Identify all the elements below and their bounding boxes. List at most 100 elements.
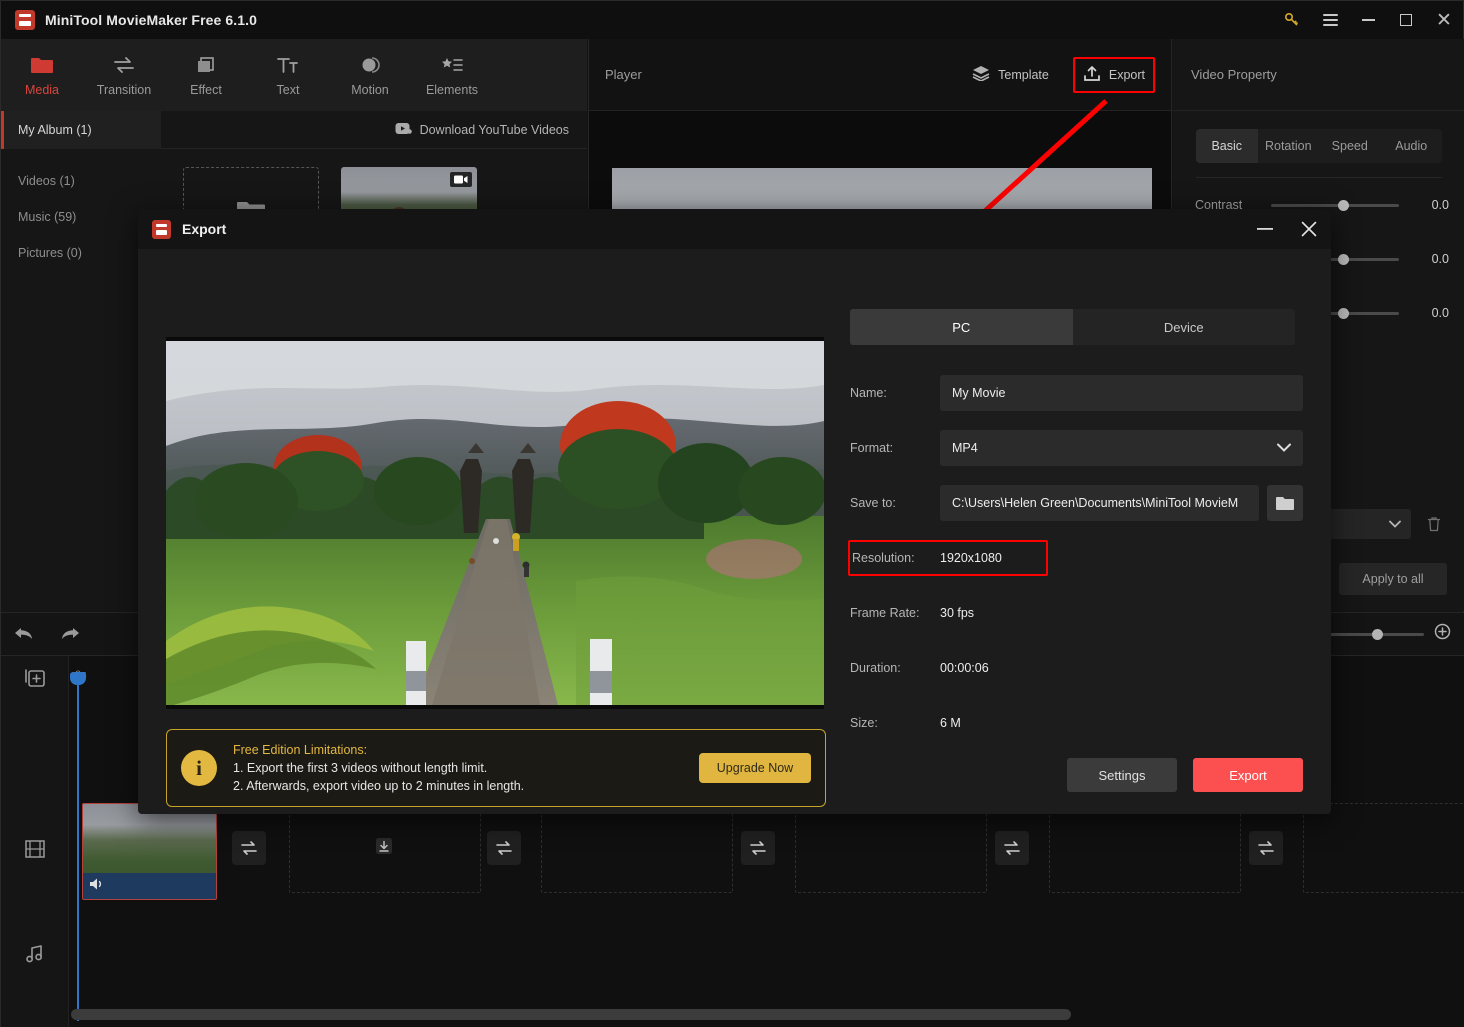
minimize-icon[interactable] <box>1349 1 1387 39</box>
export-confirm-button[interactable]: Export <box>1193 758 1303 792</box>
tab-rotation[interactable]: Rotation <box>1258 129 1320 163</box>
zoom-plus-icon[interactable] <box>1434 623 1451 645</box>
empty-clip-slot-4[interactable] <box>1049 803 1241 893</box>
frame-rate-value: 30 fps <box>940 606 974 620</box>
sidebar-item-videos[interactable]: Videos (1) <box>1 163 161 199</box>
close-icon[interactable]: ✕ <box>1425 1 1463 39</box>
transition-slot-3[interactable] <box>741 831 775 865</box>
sidebar-item-label: Pictures (0) <box>18 246 82 260</box>
window-controls: ✕ <box>1273 1 1463 39</box>
tab-device[interactable]: Device <box>1073 309 1296 345</box>
add-media-icon[interactable] <box>1 658 69 698</box>
slider-handle[interactable] <box>1338 254 1349 265</box>
app-logo-icon <box>15 10 35 30</box>
clip-audio-strip <box>83 873 216 899</box>
maximize-icon[interactable] <box>1387 1 1425 39</box>
layers-icon <box>972 65 990 84</box>
tab-basic[interactable]: Basic <box>1196 129 1258 163</box>
free-edition-notice: i Free Edition Limitations: 1. Export th… <box>166 729 826 807</box>
effect-squares-icon <box>194 54 218 76</box>
export-button[interactable]: Export <box>1073 57 1155 93</box>
empty-clip-slot-2[interactable] <box>541 803 733 893</box>
export-form: PC Device Name: My Movie Format: MP4 <box>850 309 1303 760</box>
redo-arrow-icon[interactable] <box>47 612 93 656</box>
contrast-slider[interactable] <box>1271 204 1399 207</box>
tab-speed[interactable]: Speed <box>1319 129 1381 163</box>
ribbon-item-elements[interactable]: Elements <box>411 39 493 111</box>
ribbon-label: Text <box>277 83 300 97</box>
transition-slot-2[interactable] <box>487 831 521 865</box>
download-box-icon[interactable] <box>369 831 399 861</box>
ribbon-item-motion[interactable]: Motion <box>329 39 411 111</box>
export-upload-icon <box>1083 65 1101 85</box>
save-path-field[interactable]: C:\Users\Helen Green\Documents\MiniTool … <box>940 485 1259 521</box>
close-icon[interactable] <box>1287 209 1331 249</box>
property-tabs: Basic Rotation Speed Audio <box>1196 129 1442 163</box>
video-track-icon[interactable] <box>1 829 69 869</box>
ribbon-item-media[interactable]: Media <box>1 39 83 111</box>
resolution-row: Resolution: 1920x1080 <box>848 540 1048 576</box>
save-to-label: Save to: <box>850 496 940 510</box>
sidebar-item-my-album[interactable]: My Album (1) <box>1 111 161 149</box>
chevron-down-icon <box>1277 441 1291 455</box>
download-youtube-videos-button[interactable]: Download YouTube Videos <box>395 122 569 138</box>
name-field[interactable]: My Movie <box>940 375 1303 411</box>
youtube-icon <box>395 122 412 138</box>
apply-to-all-button[interactable]: Apply to all <box>1339 563 1447 595</box>
empty-clip-slot-5[interactable] <box>1303 803 1464 893</box>
menu-icon[interactable] <box>1311 1 1349 39</box>
trash-icon[interactable] <box>1421 511 1447 537</box>
transition-arrows-icon <box>112 54 136 76</box>
sidebar-item-music[interactable]: Music (59) <box>1 199 161 235</box>
folder-browse-icon[interactable] <box>1267 485 1303 521</box>
format-select[interactable]: MP4 <box>940 430 1303 466</box>
export-dialog: Export <box>138 209 1331 814</box>
settings-button[interactable]: Settings <box>1067 758 1177 792</box>
name-row: Name: My Movie <box>850 375 1303 411</box>
notice-line-2: 2. Afterwards, export video up to 2 minu… <box>233 779 524 793</box>
album-tab-label: My Album (1) <box>18 123 92 137</box>
ribbon-label: Motion <box>351 83 389 97</box>
timeline-track-rail <box>1 656 69 1027</box>
minimize-icon[interactable] <box>1243 209 1287 249</box>
upgrade-now-button[interactable]: Upgrade Now <box>699 753 811 783</box>
tab-audio[interactable]: Audio <box>1381 129 1443 163</box>
empty-clip-slot-3[interactable] <box>795 803 987 893</box>
youtube-link-label: Download YouTube Videos <box>420 123 569 137</box>
timeline-horizontal-scrollbar[interactable] <box>71 1009 1071 1020</box>
ribbon-item-transition[interactable]: Transition <box>83 39 165 111</box>
template-label: Template <box>998 68 1049 82</box>
slider-handle[interactable] <box>1338 308 1349 319</box>
frame-rate-row: Frame Rate: 30 fps <box>850 595 1303 631</box>
video-camera-icon <box>450 172 472 187</box>
slider-handle[interactable] <box>1338 200 1349 211</box>
title-bar: MiniTool MovieMaker Free 6.1.0 ✕ <box>1 1 1463 39</box>
name-label: Name: <box>850 386 940 400</box>
speaker-icon[interactable] <box>89 877 105 896</box>
export-target-tabs: PC Device <box>850 309 1295 345</box>
notice-line-1: 1. Export the first 3 videos without len… <box>233 761 524 775</box>
transition-slot-1[interactable] <box>232 831 266 865</box>
transition-slot-4[interactable] <box>995 831 1029 865</box>
preview-image <box>166 341 824 705</box>
size-row: Size: 6 M <box>850 705 1303 741</box>
player-header: Player Template Export <box>589 39 1171 111</box>
ribbon-item-text[interactable]: Text <box>247 39 329 111</box>
zoom-slider-handle[interactable] <box>1372 629 1383 640</box>
ribbon-item-effect[interactable]: Effect <box>165 39 247 111</box>
sidebar-item-pictures[interactable]: Pictures (0) <box>1 235 161 271</box>
key-icon[interactable] <box>1273 1 1311 39</box>
frame-rate-label: Frame Rate: <box>850 606 940 620</box>
slider-value: 0.0 <box>1409 306 1449 320</box>
export-dialog-titlebar: Export <box>138 209 1331 249</box>
format-row: Format: MP4 <box>850 430 1303 466</box>
template-button[interactable]: Template <box>964 59 1057 90</box>
tab-pc[interactable]: PC <box>850 309 1073 345</box>
motion-circle-icon <box>358 54 382 76</box>
transition-slot-5[interactable] <box>1249 831 1283 865</box>
format-value: MP4 <box>952 441 978 455</box>
undo-arrow-icon[interactable] <box>1 612 47 656</box>
video-track <box>69 803 1464 900</box>
timeline-clip[interactable] <box>82 803 217 900</box>
audio-track-icon[interactable] <box>1 934 69 974</box>
